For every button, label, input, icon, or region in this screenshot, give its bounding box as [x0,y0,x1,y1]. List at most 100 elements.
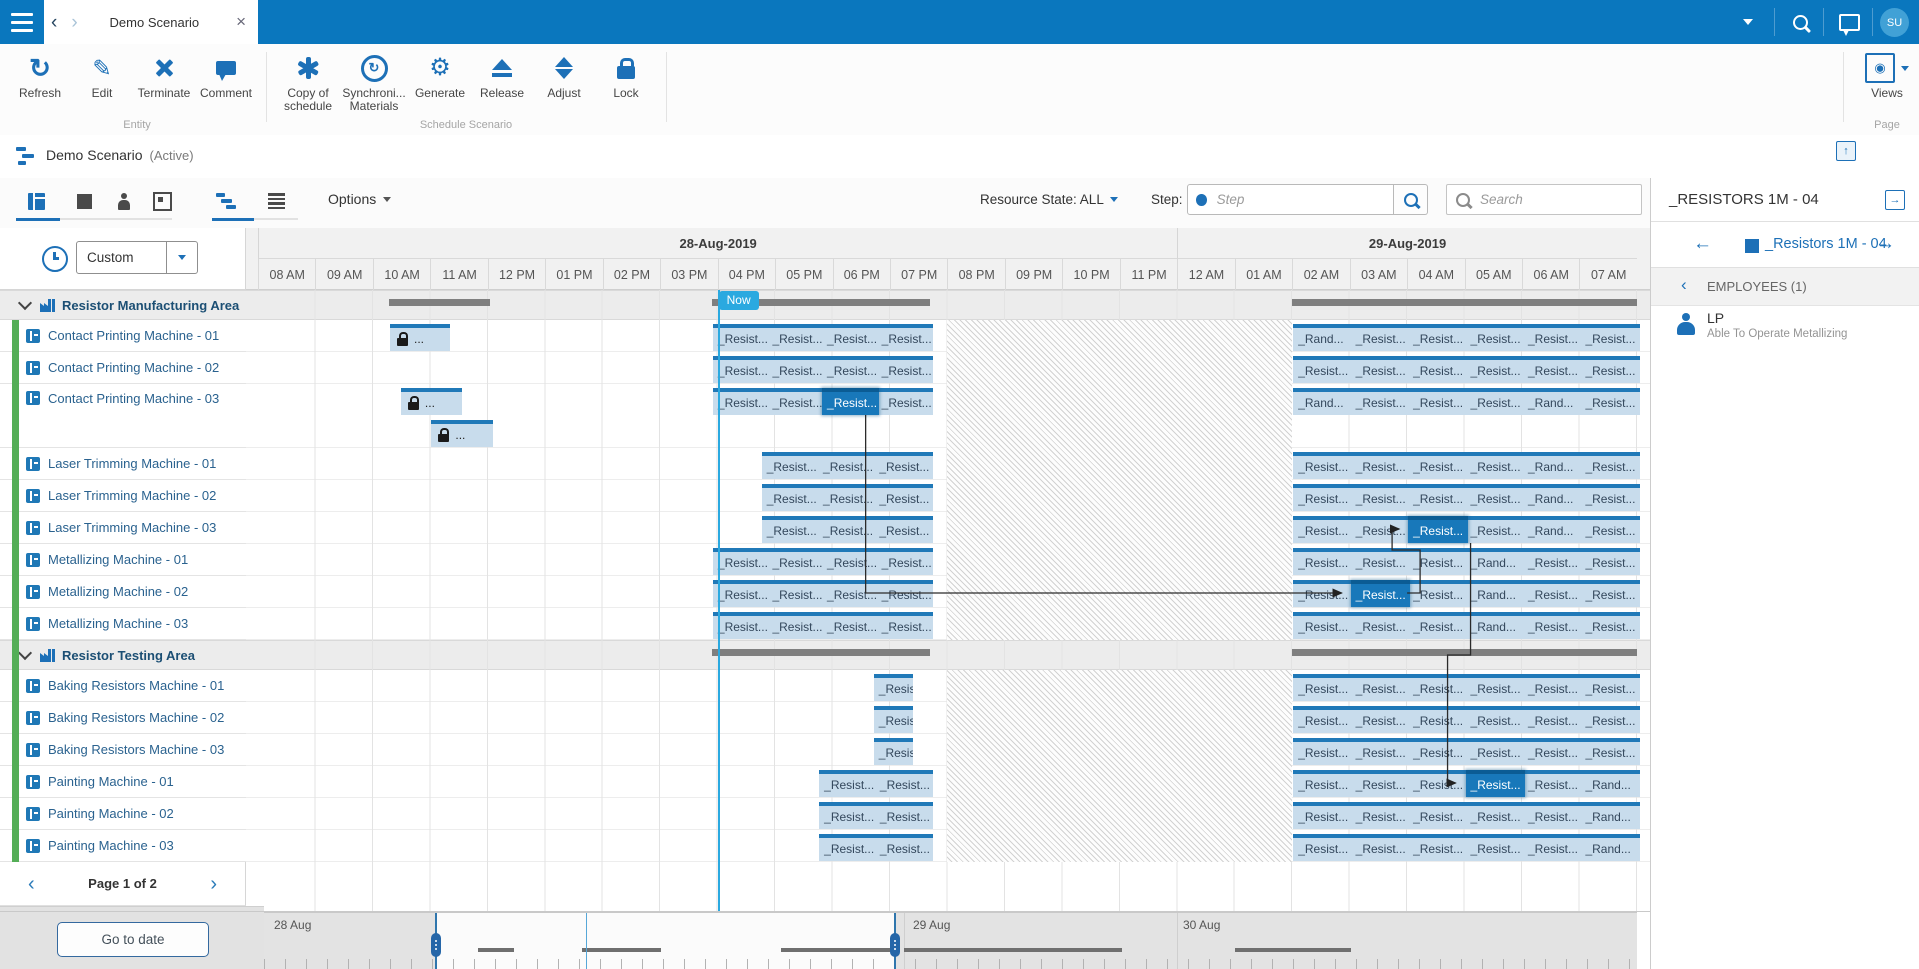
task-bar[interactable]: _Resist... [1293,770,1352,797]
task-bar[interactable]: _Resist... [1293,580,1352,607]
task-bar[interactable]: _Resist... [877,580,934,607]
task-bar[interactable]: _Resist... [1580,738,1639,765]
resource-row[interactable]: Painting Machine - 01 [0,766,246,798]
task-bar[interactable]: _Rand... [1580,834,1639,861]
task-bar-selected[interactable]: _Resist... [1408,516,1467,543]
task-bar[interactable]: _Resist... [1523,324,1582,351]
search-input[interactable] [1478,191,1632,208]
task-bar[interactable]: _Resist... [1408,388,1467,415]
task-bar[interactable]: _Resist... [1408,356,1467,383]
task-bar[interactable]: _Resist... [1466,452,1525,479]
task-bar[interactable]: _Resist... [1523,802,1582,829]
task-bar[interactable]: _Rand... [1293,388,1352,415]
scenario-tab[interactable]: ‹ › Demo Scenario × [44,0,258,44]
task-bar[interactable]: _Resist... [1523,706,1582,733]
task-bar[interactable]: _Rand... [1466,548,1525,575]
task-bar[interactable]: _Resist... [1523,674,1582,701]
user-avatar[interactable]: SU [1880,8,1909,37]
resource-row[interactable]: Contact Printing Machine - 01 [0,320,246,352]
task-bar[interactable]: _Resist... [822,324,879,351]
task-bar[interactable]: _Resist... [1351,356,1410,383]
generate-button[interactable]: ⚙Generate [408,52,472,100]
task-bar[interactable]: _Resist... [1408,484,1467,511]
task-bar[interactable]: _Resist... [1351,484,1410,511]
task-bar[interactable]: _Resist... [874,484,933,511]
overview-handle-grip[interactable] [890,933,900,957]
adjust-button[interactable]: Adjust [532,52,596,100]
task-bar[interactable]: _Resist... [877,356,934,383]
task-bar[interactable]: _Resist... [1293,484,1352,511]
task-bar[interactable]: _Resist... [1351,738,1410,765]
task-bar[interactable]: _Resist... [1580,516,1639,543]
task-bar[interactable]: _Resist... [1466,738,1525,765]
task-bar[interactable]: _Resist... [1293,452,1352,479]
task-bar[interactable]: _Resist... [1351,802,1410,829]
open-in-panel-icon[interactable]: → [1885,190,1905,210]
task-bar[interactable]: _Resist... [1523,612,1582,639]
task-bar[interactable]: _Resist... [877,388,934,415]
task-bar[interactable]: _Resist... [822,612,879,639]
task-bar-selected[interactable]: _Resist... [822,388,879,415]
resource-row[interactable]: Metallizing Machine - 03 [0,608,246,640]
task-bar[interactable]: _Resist... [713,388,770,415]
task-bar[interactable]: _Resist... [1523,770,1582,797]
view-tab-blocks[interactable] [66,186,102,216]
task-bar[interactable]: _Resist... [1408,452,1467,479]
collapse-chevron-icon[interactable] [18,296,32,310]
task-bar[interactable]: _Resist... [874,452,933,479]
resource-row[interactable]: Baking Resistors Machine - 01 [0,670,246,702]
next-order-icon[interactable]: → [1876,233,1895,255]
tab-back-icon[interactable]: ‹ [44,13,64,32]
task-bar[interactable]: _Resist... [713,356,770,383]
task-bar[interactable]: _Resist... [767,356,824,383]
resource-row[interactable]: Metallizing Machine - 02 [0,576,246,608]
task-bar[interactable]: _Resist... [1408,802,1467,829]
edit-button[interactable]: ✎Edit [70,52,134,100]
section-collapse-icon[interactable]: ‹ [1681,276,1687,293]
task-bar[interactable]: _Rand... [1580,802,1639,829]
task-bar[interactable]: _Resist... [1466,324,1525,351]
task-bar[interactable]: _Resist... [713,580,770,607]
task-bar[interactable]: _Resist... [1408,706,1467,733]
task-bar[interactable]: _Resist... [1523,738,1582,765]
task-bar[interactable]: _Resist... [1351,388,1410,415]
task-bar[interactable]: _Resist... [1351,770,1410,797]
task-bar[interactable]: _Resist... [818,484,876,511]
resource-row[interactable]: Contact Printing Machine - 03 [0,384,246,448]
employee-list-item[interactable]: LP Able To Operate Metallizing [1651,306,1919,350]
task-bar[interactable]: _Resist... [822,580,879,607]
task-bar[interactable]: _Resist... [1293,516,1352,543]
task-bar[interactable]: _Resist... [1523,356,1582,383]
task-bar[interactable]: _Resist... [1408,770,1467,797]
task-bar[interactable]: _Resist... [1466,356,1525,383]
resource-row[interactable]: Baking Resistors Machine - 03 [0,734,246,766]
lock-button[interactable]: Lock [594,52,658,100]
task-bar[interactable]: _Resist... [1580,548,1639,575]
task-bar[interactable]: _Resist... [1466,834,1525,861]
task-bar[interactable]: _Resist... [1466,484,1525,511]
collapse-chevron-icon[interactable] [18,646,32,660]
task-bar[interactable]: _Resist... [1293,356,1352,383]
chevron-down-icon[interactable] [167,255,197,260]
task-bar[interactable]: _Resist... [877,324,934,351]
task-bar[interactable]: _Resist... [1351,706,1410,733]
view-tab-boxed[interactable] [144,186,180,216]
resource-row[interactable]: Laser Trimming Machine - 02 [0,480,246,512]
task-bar[interactable]: _Rand... [1523,388,1582,415]
task-bar[interactable]: _Resist... [767,324,824,351]
comment-button[interactable]: Comment [194,52,258,100]
task-bar[interactable]: _Resist... [819,802,877,829]
resource-row[interactable]: Contact Printing Machine - 02 [0,352,246,384]
task-bar[interactable]: _Resist... [767,580,824,607]
task-bar[interactable]: _Resist... [1408,548,1467,575]
resource-row[interactable]: Laser Trimming Machine - 03 [0,512,246,544]
task-bar[interactable]: _Resist... [1408,674,1467,701]
task-bar[interactable]: _Resist... [1580,388,1639,415]
task-bar[interactable]: _Resist... [877,612,934,639]
resource-group-row[interactable]: Resistor Manufacturing Area [0,290,246,320]
task-bar[interactable]: _Resist... [1466,516,1525,543]
options-dropdown[interactable]: Options [328,191,391,207]
task-bar[interactable]: _Resist... [1293,706,1352,733]
task-bar[interactable]: _Rand... [1523,452,1582,479]
view-tab-people[interactable] [106,186,142,216]
